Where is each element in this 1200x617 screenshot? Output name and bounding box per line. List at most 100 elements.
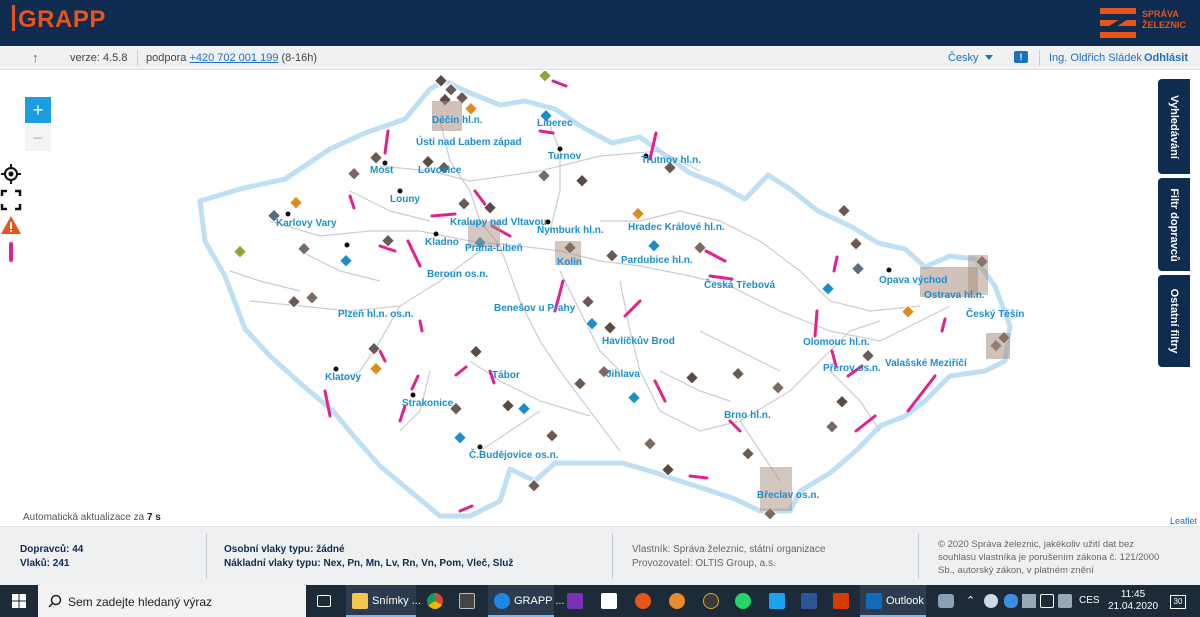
city-label[interactable]: Kladno <box>425 237 459 248</box>
volume-icon[interactable] <box>1058 594 1072 608</box>
city-label[interactable]: Česká Třebová <box>704 280 775 291</box>
taskbar-app-grapp[interactable]: GRAPP ... <box>488 585 565 617</box>
city-label[interactable]: Plzeň hl.n. os.n. <box>338 309 414 320</box>
app-icon[interactable] <box>698 585 724 617</box>
grapp-logo[interactable]: GRAPP <box>12 5 106 34</box>
city-label[interactable]: Havlíčkův Brod <box>602 336 675 347</box>
city-label[interactable]: Kralupy nad Vltavou <box>450 217 547 228</box>
folder-icon <box>352 593 368 609</box>
support-phone-link[interactable]: +420 702 001 199 <box>189 52 278 64</box>
outlook-icon <box>866 593 882 609</box>
city-label[interactable]: Ústí nad Labem západ <box>416 137 522 148</box>
zoom-out-button[interactable]: − <box>25 125 51 151</box>
chevron-down-icon <box>984 55 993 60</box>
closure-line-icon[interactable] <box>0 241 22 263</box>
store-icon[interactable] <box>596 585 622 617</box>
city-label[interactable]: Nymburk hl.n. <box>537 225 604 236</box>
city-label[interactable]: Strakonice <box>402 398 453 409</box>
user-name: Ing. Oldřich Sládek <box>1049 52 1142 64</box>
battery-icon[interactable] <box>1040 594 1054 608</box>
whatsapp-icon[interactable] <box>730 585 756 617</box>
network-icon[interactable] <box>1022 594 1036 608</box>
trains-count: Vlaků: 241 <box>20 558 70 569</box>
message-icon[interactable]: ! <box>1014 51 1028 63</box>
task-view-icon[interactable] <box>312 585 338 617</box>
city-label[interactable]: Trutnov hl.n. <box>641 155 701 166</box>
search-icon <box>48 594 62 608</box>
chevron-up-icon[interactable]: ⌃ <box>966 594 980 608</box>
clock[interactable]: 11:45 21.04.2020 <box>1108 589 1158 613</box>
city-label[interactable]: Brno hl.n. <box>724 410 771 421</box>
city-label[interactable]: Tábor <box>492 370 520 381</box>
app-icon[interactable] <box>664 585 690 617</box>
railway-map[interactable]: Děčín hl.n. Liberec Ústí nad Labem západ… <box>0 71 1200 526</box>
city-label[interactable]: Ostrava hl.n. <box>924 290 985 301</box>
city-label[interactable]: Turnov <box>548 151 581 162</box>
edge-icon <box>494 593 510 609</box>
onenote-icon[interactable] <box>562 585 588 617</box>
arrow-up-icon[interactable]: ↑ <box>32 50 39 65</box>
city-label[interactable]: Valašské Meziříčí <box>885 358 967 369</box>
taskbar-app-outlook[interactable]: Outlook <box>860 585 926 617</box>
tab-search[interactable]: Vyhledávání <box>1158 79 1190 174</box>
onedrive-icon[interactable] <box>1004 594 1018 608</box>
freight-train-types: Nákladní vlaky typu: Nex, Pn, Mn, Lv, Rn… <box>224 558 514 569</box>
notifications-icon[interactable]: 30 <box>1170 595 1186 609</box>
city-label[interactable]: Praha-Libeň <box>465 243 523 254</box>
language-select[interactable]: Česky <box>948 52 993 64</box>
calculator-icon[interactable] <box>454 585 480 617</box>
tab-carrier-filter[interactable]: Filtr dopravců <box>1158 178 1190 271</box>
city-label[interactable]: Břeclav os.n. <box>757 490 819 501</box>
city-label[interactable]: Beroun os.n. <box>427 269 488 280</box>
people-icon[interactable] <box>938 594 954 608</box>
city-label[interactable]: Louny <box>390 194 420 205</box>
locate-icon[interactable] <box>0 163 22 185</box>
warning-icon[interactable] <box>0 214 22 236</box>
leaflet-attribution[interactable]: Leaflet <box>1170 516 1197 526</box>
fullscreen-icon[interactable] <box>0 189 22 211</box>
city-label[interactable]: Klatovy <box>325 372 361 383</box>
taskbar-search-input[interactable]: Sem zadejte hledaný výraz <box>38 585 306 617</box>
logout-link[interactable]: Odhlásit <box>1144 52 1188 64</box>
tab-other-filters[interactable]: Ostatní filtry <box>1158 275 1190 367</box>
city-label[interactable]: Benešov u Prahy <box>494 303 575 314</box>
word-icon[interactable] <box>796 585 822 617</box>
version-text: verze: 4.5.8 <box>70 52 128 64</box>
sprava-zeleznic-logo: SPRÁVA ŽELEZNIC <box>1100 6 1188 40</box>
city-label[interactable]: Most <box>370 165 393 176</box>
zoom-in-button[interactable]: + <box>25 97 51 123</box>
city-label[interactable]: Č.Budějovice os.n. <box>469 450 558 461</box>
carriers-count: Dopravců: 44 <box>20 544 84 555</box>
office-icon[interactable] <box>828 585 854 617</box>
city-label[interactable]: Karlovy Vary <box>276 218 337 229</box>
app-icon[interactable] <box>630 585 656 617</box>
city-label[interactable]: Děčín hl.n. <box>432 115 483 126</box>
owner-text: Vlastník: Správa železnic, státní organi… <box>632 544 826 555</box>
city-label[interactable]: Hradec Králové hl.n. <box>628 222 725 233</box>
city-label[interactable]: Olomouc hl.n. <box>803 337 870 348</box>
weather-icon[interactable] <box>984 594 998 608</box>
city-label[interactable]: Český Těšín <box>966 309 1024 320</box>
input-language[interactable]: CES <box>1079 595 1100 606</box>
city-label[interactable]: Pardubice hl.n. <box>621 255 693 266</box>
support-info: podpora +420 702 001 199 (8-16h) <box>146 52 317 64</box>
city-label[interactable]: Jihlava <box>606 369 640 380</box>
twitter-icon[interactable] <box>764 585 790 617</box>
city-label[interactable]: Opava východ <box>879 275 947 286</box>
status-footer: Dopravců: 44 Vlaků: 241 Osobní vlaky typ… <box>0 526 1200 585</box>
chrome-icon[interactable] <box>422 585 448 617</box>
info-bar: ↑ verze: 4.5.8 podpora +420 702 001 199 … <box>0 46 1200 70</box>
taskbar-app-snimky[interactable]: Snímky ... <box>346 585 421 617</box>
windows-start-icon[interactable] <box>12 594 26 608</box>
auto-update-countdown: Automatická aktualizace za 7 s <box>23 512 161 523</box>
city-label[interactable]: Lovosice <box>418 165 461 176</box>
city-label[interactable]: Kolín <box>557 257 582 268</box>
copyright-text: © 2020 Správa železnic, jakékoliv užití … <box>938 539 1160 576</box>
city-label[interactable]: Liberec <box>537 118 573 129</box>
country-border <box>197 78 1013 519</box>
windows-taskbar: Sem zadejte hledaný výraz Snímky ... GRA… <box>0 585 1200 617</box>
city-label[interactable]: Přerov os.n. <box>823 363 881 374</box>
passenger-train-types: Osobní vlaky typu: žádné <box>224 544 345 555</box>
operator-text: Provozovatel: OLTIS Group, a.s. <box>632 558 776 569</box>
app-header: GRAPP SPRÁVA ŽELEZNIC <box>0 0 1200 46</box>
